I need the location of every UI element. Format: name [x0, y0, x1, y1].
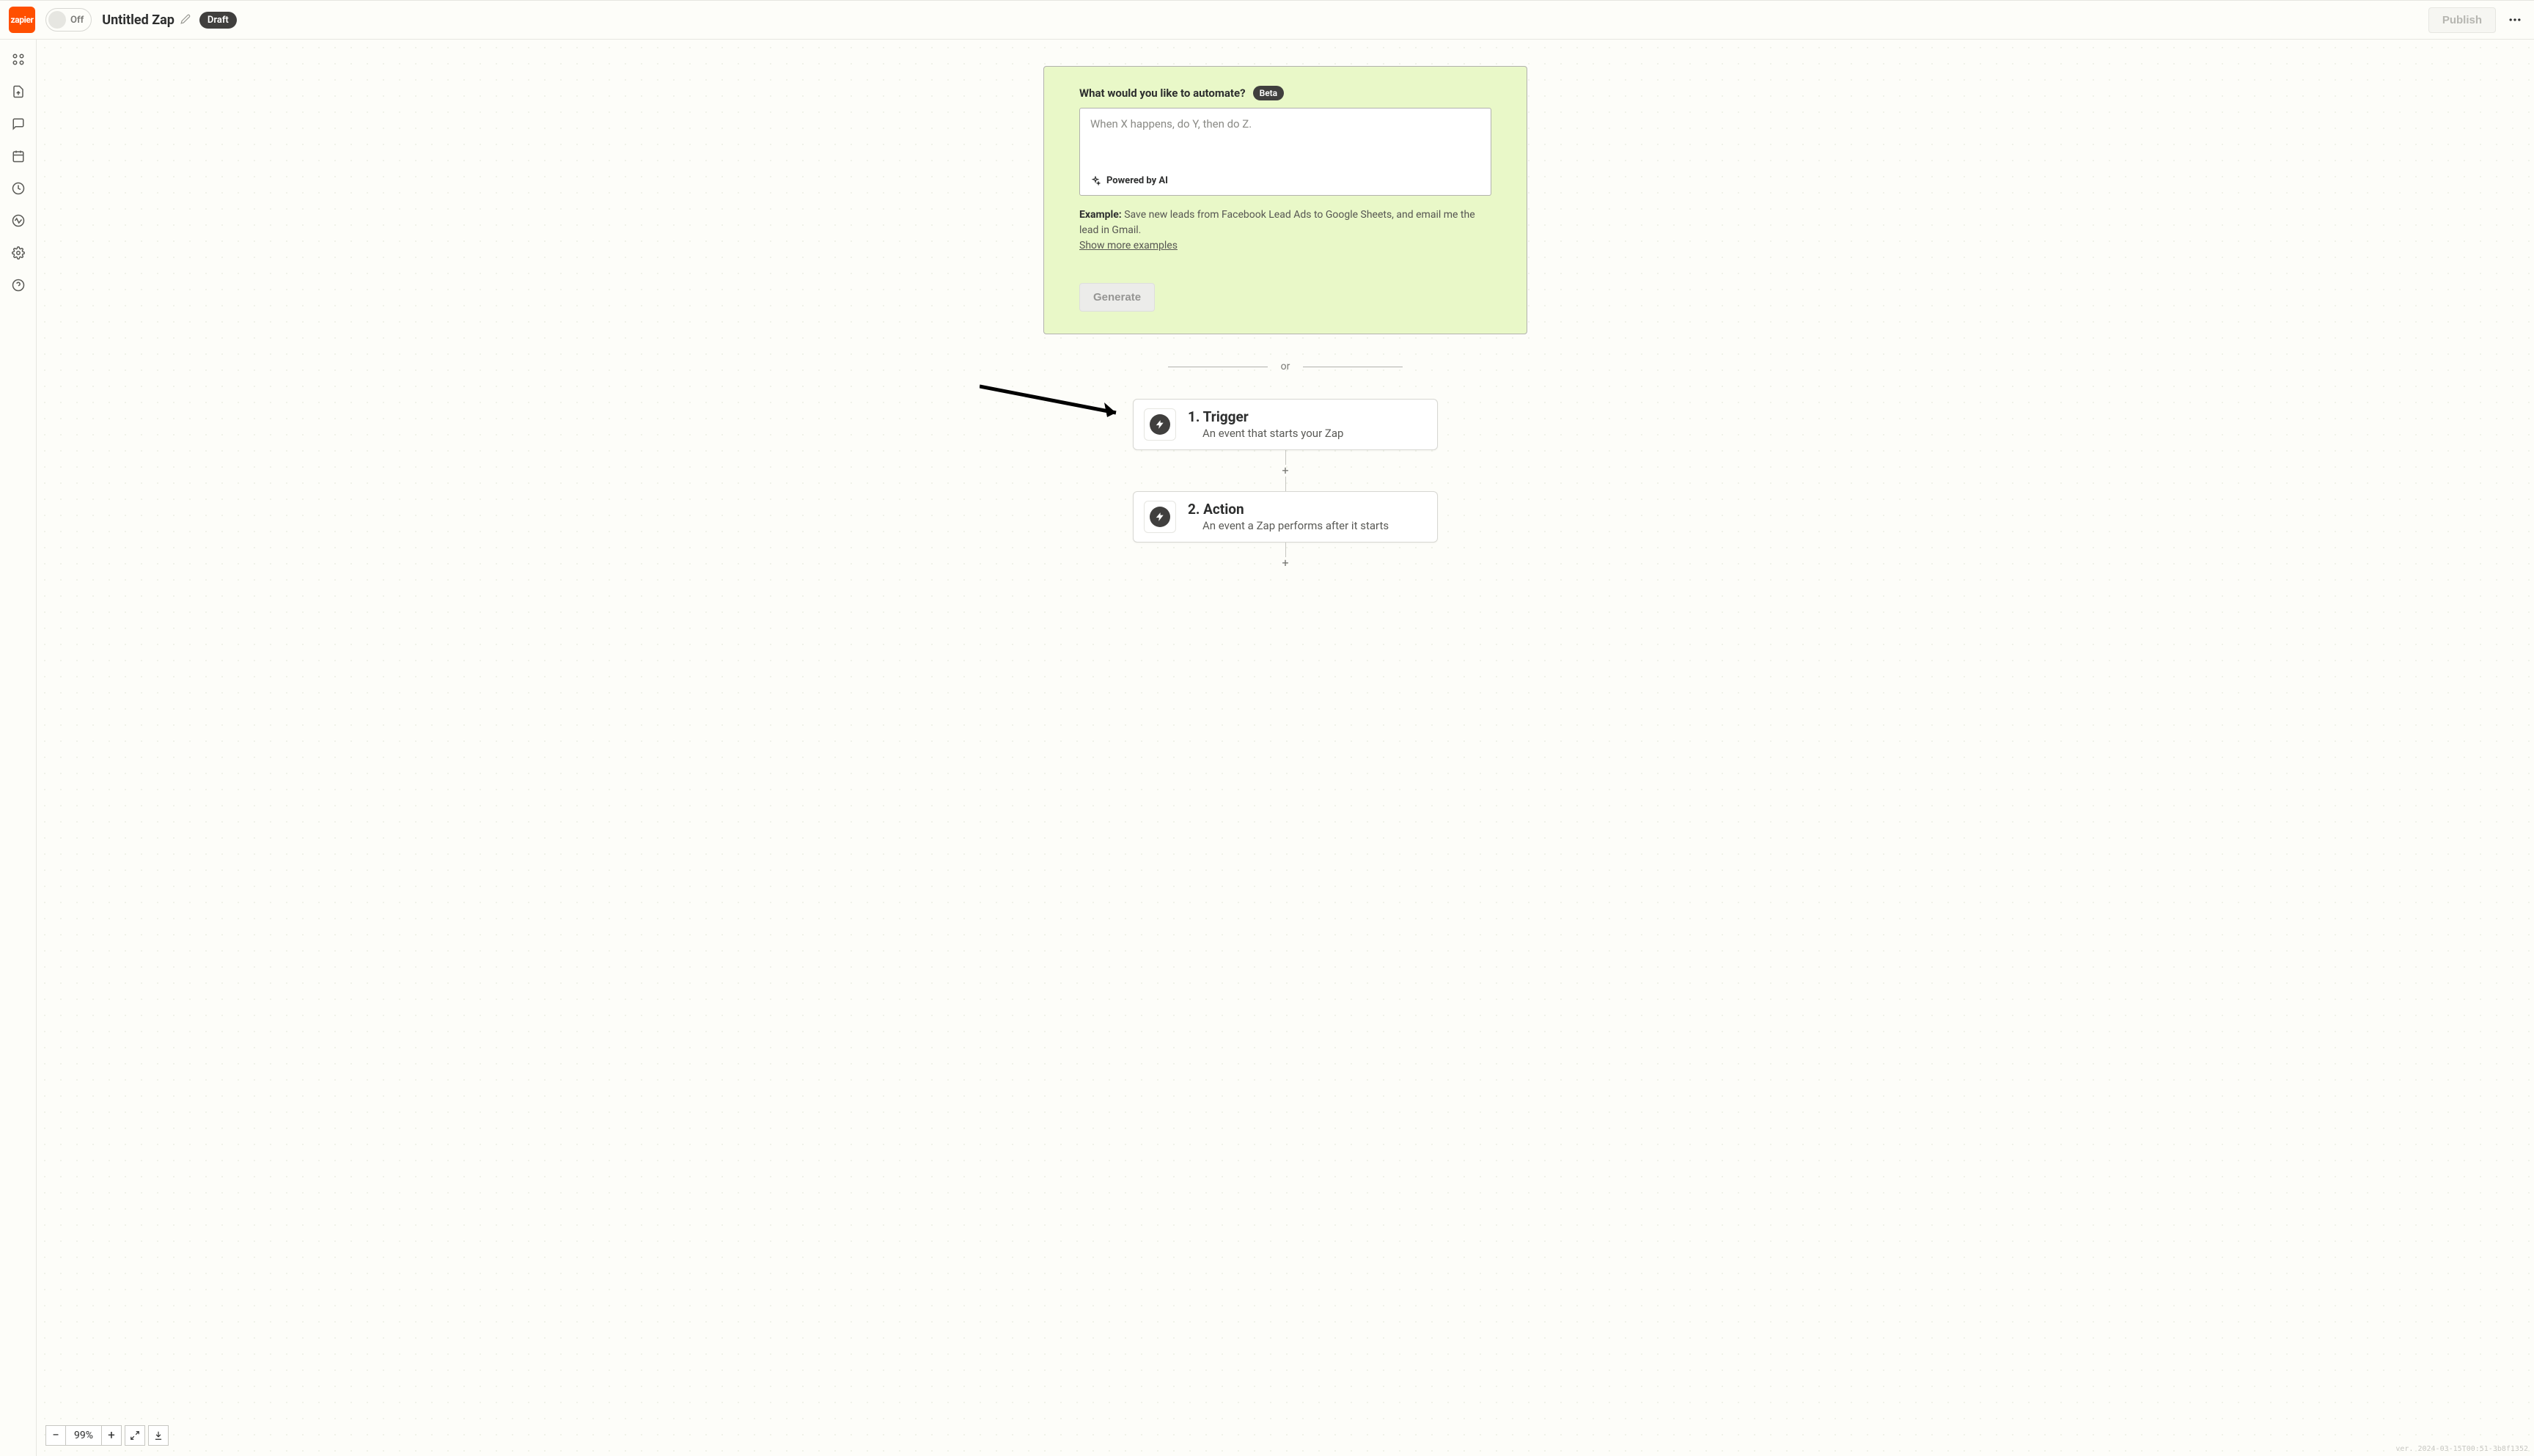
sidebar-settings-icon[interactable] — [10, 245, 26, 261]
add-step-button[interactable]: + — [1279, 557, 1291, 569]
expand-icon — [130, 1430, 140, 1441]
trigger-card[interactable]: 1. Trigger An event that starts your Zap — [1133, 399, 1438, 450]
bolt-icon — [1150, 414, 1170, 435]
ai-prompt-input[interactable]: When X happens, do Y, then do Z. Powered… — [1079, 108, 1491, 196]
sidebar-calendar-icon[interactable] — [10, 148, 26, 164]
sparkle-icon — [1090, 176, 1101, 186]
download-icon — [153, 1430, 164, 1441]
pencil-icon[interactable] — [180, 12, 191, 28]
publish-button[interactable]: Publish — [2428, 7, 2496, 33]
action-card[interactable]: 2. Action An event a Zap performs after … — [1133, 491, 1438, 543]
zoom-value: 99% — [66, 1425, 101, 1446]
download-button[interactable] — [148, 1425, 169, 1446]
ai-powered-label: Powered by AI — [1090, 175, 1480, 186]
or-divider: or — [1168, 361, 1403, 372]
ai-automate-box: What would you like to automate? Beta Wh… — [1043, 66, 1527, 334]
arrow-annotation-icon — [980, 383, 1134, 422]
version-text: ver. 2024-03-15T00:51-3b8f1352 — [2395, 1445, 2528, 1453]
zoom-out-button[interactable]: − — [45, 1425, 66, 1446]
zap-toggle[interactable]: Off — [45, 8, 92, 32]
toggle-label: Off — [70, 15, 84, 26]
connector-line — [1285, 477, 1286, 491]
trigger-desc: An event that starts your Zap — [1188, 427, 1343, 440]
zapier-logo[interactable]: zapier — [9, 7, 35, 33]
connector-line — [1285, 543, 1286, 557]
fit-screen-button[interactable] — [125, 1425, 145, 1446]
header: zapier Off Untitled Zap Draft Publish — [0, 0, 2534, 40]
action-title: 2. Action — [1188, 501, 1389, 518]
sidebar — [0, 40, 37, 1456]
toggle-knob-icon — [48, 11, 66, 29]
ai-example: Example: Save new leads from Facebook Le… — [1079, 207, 1491, 254]
trigger-icon-wrap — [1144, 408, 1176, 441]
generate-button[interactable]: Generate — [1079, 283, 1155, 312]
add-step-button[interactable]: + — [1279, 465, 1291, 477]
or-text: or — [1281, 361, 1290, 372]
sidebar-activity-icon[interactable] — [10, 213, 26, 229]
ai-title: What would you like to automate? — [1079, 87, 1246, 100]
workspace: What would you like to automate? Beta Wh… — [0, 40, 2534, 1456]
beta-badge: Beta — [1253, 86, 1285, 100]
sidebar-clock-icon[interactable] — [10, 180, 26, 196]
ellipsis-icon — [2508, 12, 2522, 27]
sidebar-upload-icon[interactable] — [10, 84, 26, 100]
show-more-examples-link[interactable]: Show more examples — [1079, 240, 1178, 251]
sidebar-comment-icon[interactable] — [10, 116, 26, 132]
sidebar-apps-icon[interactable] — [10, 51, 26, 67]
more-menu-button[interactable] — [2505, 10, 2525, 30]
zap-title-text: Untitled Zap — [102, 12, 175, 28]
draft-badge: Draft — [199, 12, 237, 29]
sidebar-help-icon[interactable] — [10, 277, 26, 293]
zap-title[interactable]: Untitled Zap — [102, 12, 191, 28]
zoom-in-button[interactable]: + — [101, 1425, 122, 1446]
ai-placeholder: When X happens, do Y, then do Z. — [1090, 117, 1480, 130]
action-icon-wrap — [1144, 501, 1176, 533]
zoom-controls: − 99% + — [45, 1425, 169, 1446]
connector-line — [1285, 450, 1286, 465]
trigger-title: 1. Trigger — [1188, 409, 1343, 426]
bolt-icon — [1150, 507, 1170, 527]
canvas[interactable]: What would you like to automate? Beta Wh… — [37, 40, 2534, 1456]
action-desc: An event a Zap performs after it starts — [1188, 519, 1389, 532]
